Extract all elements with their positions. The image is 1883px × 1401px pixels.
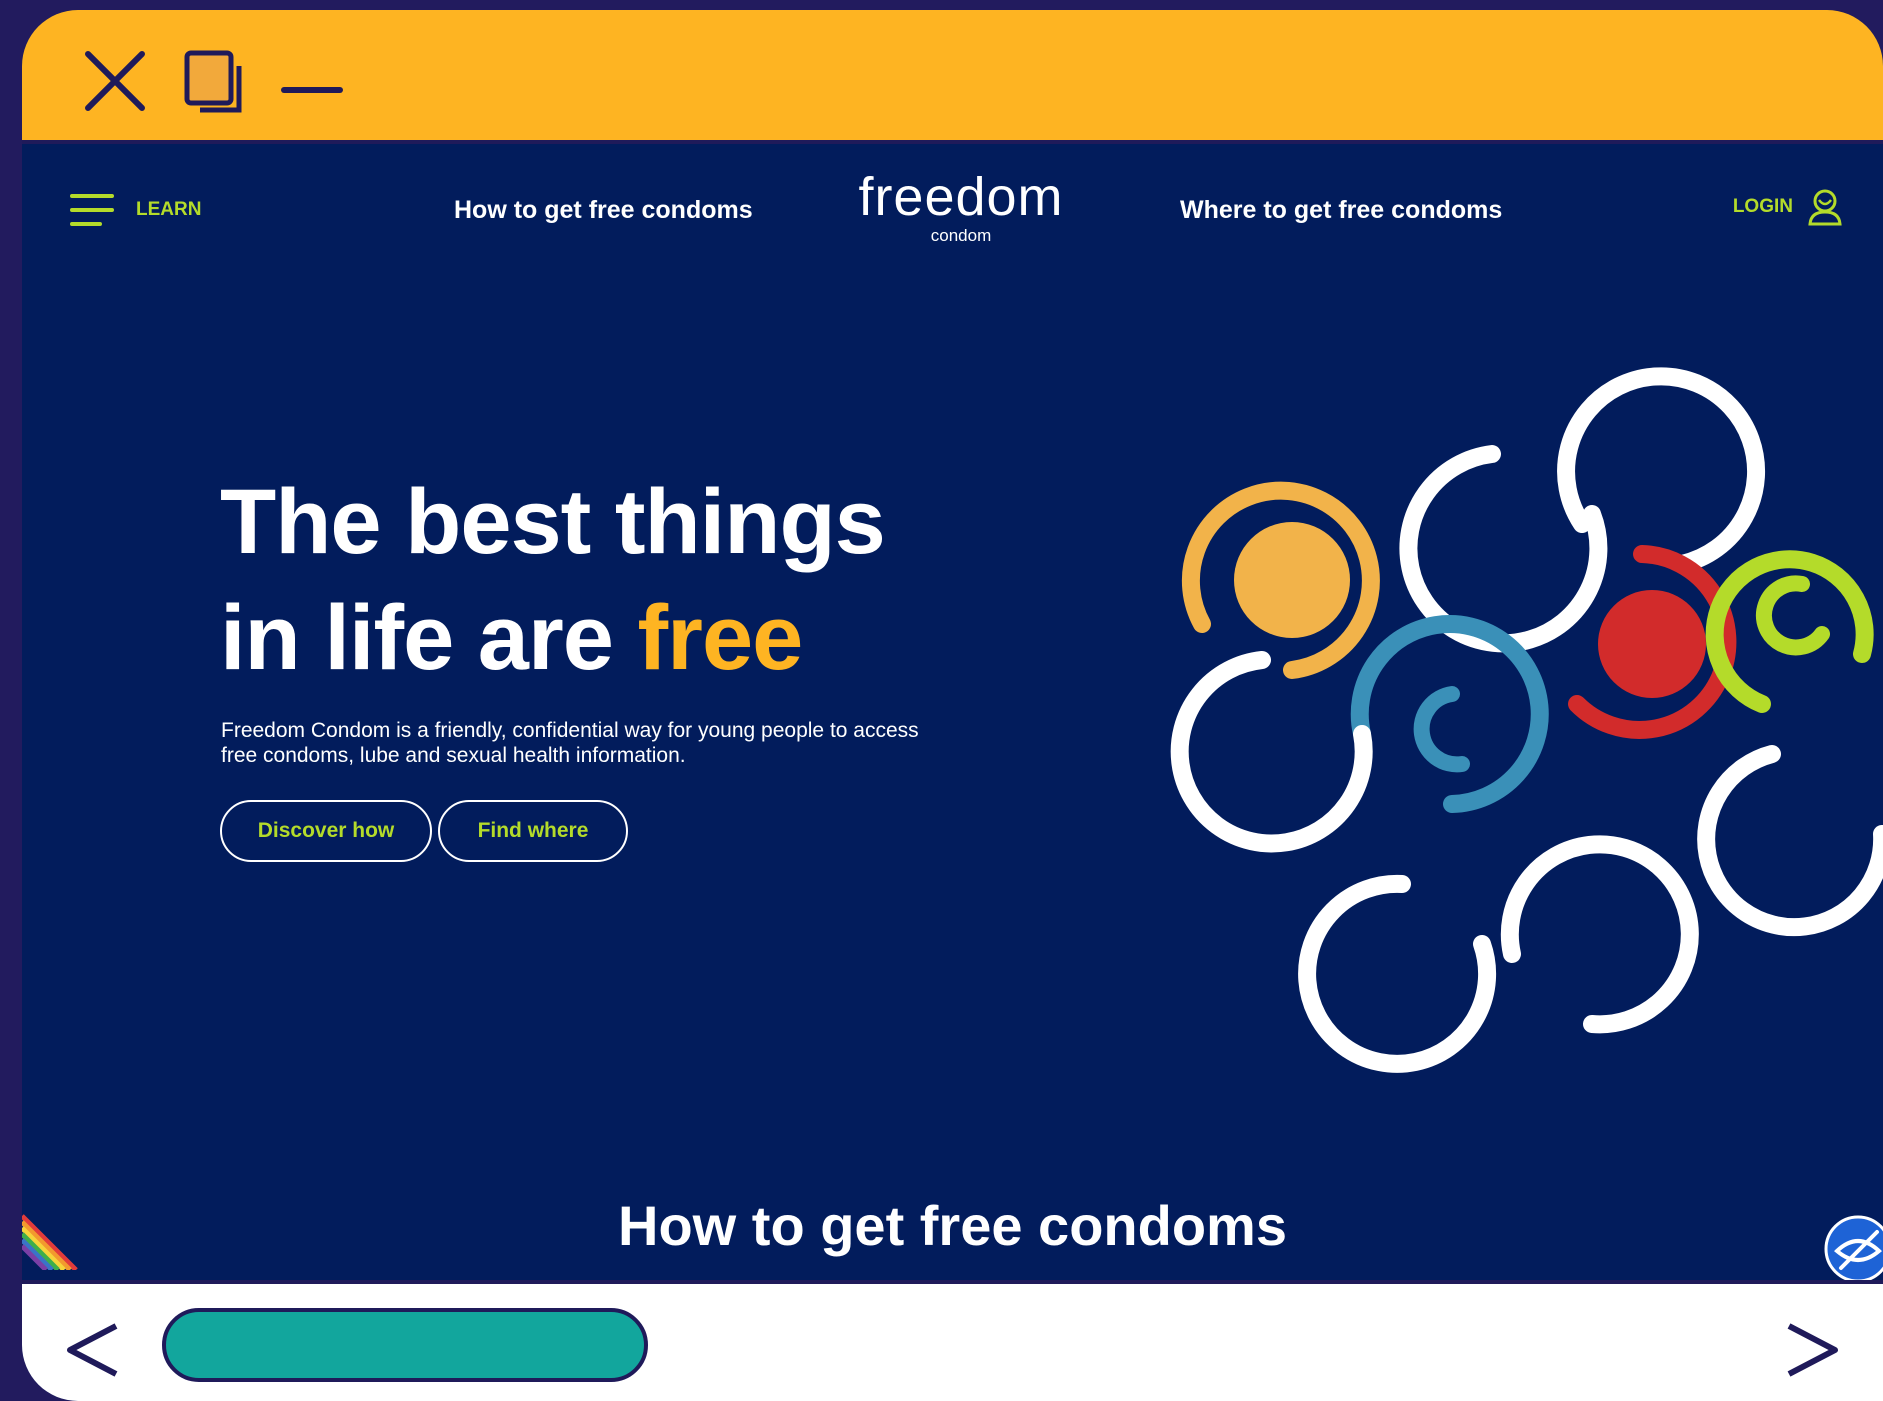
hero-description: Freedom Condom is a friendly, confidenti… (221, 719, 919, 767)
white-arc-5 (1500, 835, 1699, 1034)
green-arc-inner (1755, 575, 1830, 656)
hero-title-line2: in life are (220, 587, 638, 689)
scroll-left-arrow[interactable] (62, 1320, 122, 1385)
window-titlebar (22, 10, 1883, 144)
login-label: LOGIN (1732, 196, 1793, 217)
hero-title: The best things in life are free (220, 464, 886, 696)
nav-link-where-to-get[interactable]: Where to get free condoms (1180, 196, 1502, 225)
restore-icon[interactable] (182, 48, 248, 119)
blue-arc-inner (1413, 686, 1470, 773)
scroll-right-arrow[interactable] (1783, 1320, 1843, 1385)
web-page: LEARN How to get free condoms freedom co… (22, 144, 1883, 1283)
white-arc-6 (1697, 745, 1883, 937)
find-where-button[interactable]: Find where (438, 800, 628, 862)
hero-title-accent: free (637, 587, 804, 689)
discover-how-button[interactable]: Discover how (220, 800, 432, 862)
window-bottom-bar (22, 1280, 1883, 1401)
learn-label: LEARN (136, 199, 202, 220)
section-title: How to get free condoms (618, 1194, 1287, 1257)
nav-link-how-to-get[interactable]: How to get free condoms (454, 196, 753, 225)
horizontal-scrollbar-thumb[interactable] (162, 1308, 648, 1382)
hamburger-icon (70, 194, 114, 226)
red-circle-dot (1598, 590, 1706, 698)
freedom-condom-logo[interactable]: freedom condom (856, 168, 1066, 246)
user-icon (1808, 189, 1842, 226)
close-icon[interactable] (82, 48, 148, 119)
orange-circle-dot (1234, 522, 1350, 638)
hero-title-line1: The best things (220, 471, 886, 573)
logo-wordmark: freedom (858, 167, 1064, 227)
pride-ribbon-icon (22, 1214, 78, 1270)
blue-arc-outer (1350, 615, 1549, 813)
eye-slash-icon (1824, 1215, 1883, 1283)
accessibility-toggle[interactable] (1823, 1214, 1883, 1289)
logo-subtitle: condom (930, 226, 992, 245)
minimize-icon[interactable] (280, 48, 346, 119)
white-arc-3 (1170, 651, 1373, 853)
learn-menu-button[interactable]: LEARN (70, 192, 201, 228)
login-button[interactable]: LOGIN (1733, 188, 1843, 226)
browser-window: LEARN How to get free condoms freedom co… (22, 10, 1883, 1401)
white-arc-4 (1298, 874, 1497, 1073)
hero-circles-illustration (1170, 367, 1883, 1073)
